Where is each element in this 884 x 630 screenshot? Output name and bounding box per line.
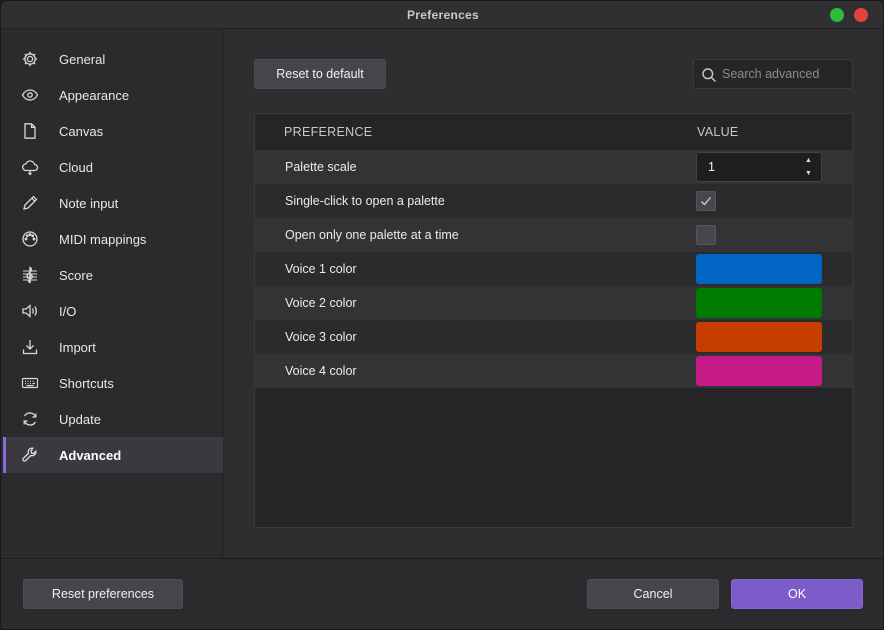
search-box <box>693 59 853 89</box>
speaker-icon <box>21 302 39 320</box>
pencil-icon <box>21 194 39 212</box>
advanced-panel: Reset to default PREFERENCE VALUE Palett… <box>224 29 883 558</box>
sidebar-item-label: Note input <box>59 196 119 211</box>
preferences-window: Preferences General Appearance Canvas Cl… <box>0 0 884 630</box>
sidebar-item-note-input[interactable]: Note input <box>3 185 223 221</box>
increment-arrow-icon[interactable]: ▲ <box>805 157 812 165</box>
preference-name: Single-click to open a palette <box>285 194 445 208</box>
preference-name: Voice 2 color <box>285 296 357 310</box>
sidebar-item-label: Update <box>59 412 101 427</box>
sidebar-item-label: Appearance <box>59 88 130 103</box>
preference-name: Palette scale <box>285 160 357 174</box>
reset-to-default-button[interactable]: Reset to default <box>254 59 386 89</box>
sidebar-item-general[interactable]: General <box>3 41 223 77</box>
treble-clef-icon <box>21 266 39 284</box>
wrench-icon <box>21 446 39 464</box>
import-icon <box>21 338 39 356</box>
voice-1-color-swatch[interactable] <box>696 254 822 284</box>
cloud-icon <box>21 158 39 176</box>
sidebar-item-label: Import <box>59 340 96 355</box>
table-row: Voice 4 color <box>255 354 852 388</box>
advanced-preferences-table: PREFERENCE VALUE Palette scale 1 ▲ ▼ Sin… <box>254 113 853 528</box>
sidebar-item-label: General <box>59 52 106 67</box>
one-palette-checkbox[interactable] <box>696 225 716 245</box>
sidebar: General Appearance Canvas Cloud Note inp <box>1 29 223 558</box>
sidebar-item-label: Score <box>59 268 93 283</box>
checkmark-icon <box>701 197 711 206</box>
title-bar: Preferences <box>1 1 883 29</box>
midi-icon <box>21 230 39 248</box>
column-header-preference: PREFERENCE <box>284 125 373 139</box>
cancel-button[interactable]: Cancel <box>587 579 719 609</box>
table-row: Palette scale 1 ▲ ▼ <box>255 150 852 184</box>
sidebar-item-import[interactable]: Import <box>3 329 223 365</box>
voice-2-color-swatch[interactable] <box>696 288 822 318</box>
sidebar-item-label: Advanced <box>59 448 122 463</box>
preference-name: Voice 3 color <box>285 330 357 344</box>
ok-button[interactable]: OK <box>731 579 863 609</box>
sidebar-item-cloud[interactable]: Cloud <box>3 149 223 185</box>
close-button[interactable] <box>854 8 868 22</box>
sidebar-item-shortcuts[interactable]: Shortcuts <box>3 365 223 401</box>
voice-3-color-swatch[interactable] <box>696 322 822 352</box>
sidebar-item-label: Shortcuts <box>59 376 114 391</box>
preference-name: Voice 4 color <box>285 364 357 378</box>
voice-4-color-swatch[interactable] <box>696 356 822 386</box>
sidebar-item-appearance[interactable]: Appearance <box>3 77 223 113</box>
keyboard-icon <box>21 374 39 392</box>
window-title: Preferences <box>406 8 479 22</box>
search-icon <box>701 67 717 83</box>
sidebar-item-advanced[interactable]: Advanced <box>3 437 223 473</box>
decrement-arrow-icon[interactable]: ▼ <box>805 170 812 178</box>
table-row: Voice 2 color <box>255 286 852 320</box>
sidebar-item-midi-mappings[interactable]: MIDI mappings <box>3 221 223 257</box>
eye-icon <box>21 86 39 104</box>
sidebar-item-canvas[interactable]: Canvas <box>3 113 223 149</box>
search-input[interactable] <box>722 64 847 84</box>
sidebar-item-update[interactable]: Update <box>3 401 223 437</box>
column-header-value: VALUE <box>697 125 739 139</box>
sidebar-item-label: Cloud <box>59 160 93 175</box>
table-header: PREFERENCE VALUE <box>255 114 852 150</box>
palette-scale-value[interactable]: 1 <box>708 160 715 174</box>
page-icon <box>21 122 39 140</box>
sidebar-item-label: I/O <box>59 304 77 319</box>
table-row: Single-click to open a palette <box>255 184 852 218</box>
table-row: Voice 3 color <box>255 320 852 354</box>
gear-icon <box>21 50 39 68</box>
preference-name: Open only one palette at a time <box>285 228 459 242</box>
sidebar-item-label: Canvas <box>59 124 104 139</box>
dialog-footer: Reset preferences Cancel OK <box>1 558 883 629</box>
palette-scale-spinbox[interactable]: 1 ▲ ▼ <box>696 152 822 182</box>
single-click-palette-checkbox[interactable] <box>696 191 716 211</box>
reset-preferences-button[interactable]: Reset preferences <box>23 579 183 609</box>
preference-name: Voice 1 color <box>285 262 357 276</box>
maximize-button[interactable] <box>830 8 844 22</box>
table-row: Voice 1 color <box>255 252 852 286</box>
sidebar-item-score[interactable]: Score <box>3 257 223 293</box>
table-row: Open only one palette at a time <box>255 218 852 252</box>
refresh-icon <box>21 410 39 428</box>
sidebar-item-io[interactable]: I/O <box>3 293 223 329</box>
sidebar-item-label: MIDI mappings <box>59 232 147 247</box>
